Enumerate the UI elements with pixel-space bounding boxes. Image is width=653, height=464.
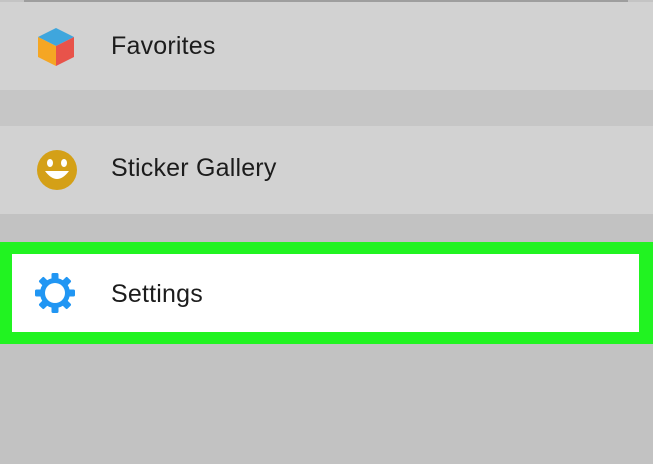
cube-icon [38, 28, 74, 66]
menu-item-label: Favorites [111, 32, 216, 60]
menu-item-favorites[interactable]: Favorites [0, 2, 653, 90]
smiley-icon [37, 150, 77, 190]
menu-item-settings[interactable]: Settings [12, 254, 639, 332]
menu-item-label: Sticker Gallery [111, 154, 277, 182]
gear-icon [35, 273, 75, 313]
section-gap [0, 90, 653, 126]
menu-item-label: Settings [111, 280, 203, 308]
menu-screen: Favorites Sticker Gallery Settings [0, 0, 653, 464]
menu-item-sticker-gallery[interactable]: Sticker Gallery [0, 126, 653, 214]
